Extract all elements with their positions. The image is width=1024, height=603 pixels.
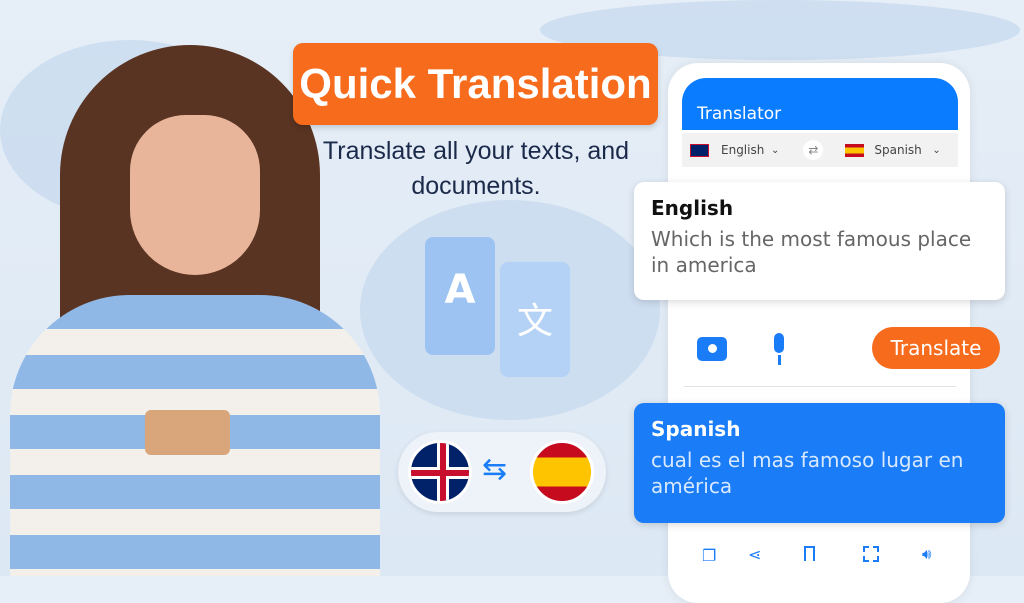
translate-logo-icon: A 文 xyxy=(425,237,570,379)
share-icon[interactable]: ⋖ xyxy=(748,545,761,564)
language-bar: English ⌄ ⇄ Spanish ⌄ xyxy=(682,133,958,167)
speaker-icon[interactable]: 🔊︎ xyxy=(922,545,931,563)
uk-flag-icon xyxy=(690,143,709,157)
chevron-down-icon[interactable]: ⌄ xyxy=(771,145,779,156)
target-language-select[interactable]: Spanish xyxy=(874,143,932,157)
swap-languages-button[interactable]: ⇄ xyxy=(803,140,824,160)
camera-icon[interactable] xyxy=(697,337,727,361)
banner-title: Quick Translation xyxy=(293,43,658,125)
target-text: cual es el mas famoso lugar en américa xyxy=(651,448,964,498)
target-label: Spanish xyxy=(651,417,741,441)
app-title: Translator xyxy=(682,78,958,130)
source-language-select[interactable]: English xyxy=(721,143,771,157)
bookmark-icon[interactable] xyxy=(804,546,815,561)
copy-icon[interactable]: ❐ xyxy=(702,546,716,565)
source-text[interactable]: Which is the most famous place in americ… xyxy=(651,226,988,278)
spain-flag-icon xyxy=(845,143,865,157)
chevron-down-icon[interactable]: ⌄ xyxy=(932,145,940,156)
target-text-card: Spanish cual es el mas famoso lugar en a… xyxy=(634,403,1005,523)
fullscreen-icon[interactable] xyxy=(863,546,879,562)
translate-button[interactable]: Translate xyxy=(872,327,1000,369)
divider xyxy=(684,386,956,387)
microphone-icon[interactable] xyxy=(770,333,788,368)
swap-arrows-icon: ⇆ xyxy=(482,452,508,487)
source-text-card[interactable]: English Which is the most famous place i… xyxy=(634,182,1005,300)
language-swap-badge: ⇆ xyxy=(398,432,606,512)
banner-subtitle: Translate all your texts, and documents. xyxy=(322,137,630,200)
uk-flag-icon xyxy=(408,440,472,504)
spain-flag-icon xyxy=(530,440,594,504)
source-label: English xyxy=(651,196,734,220)
